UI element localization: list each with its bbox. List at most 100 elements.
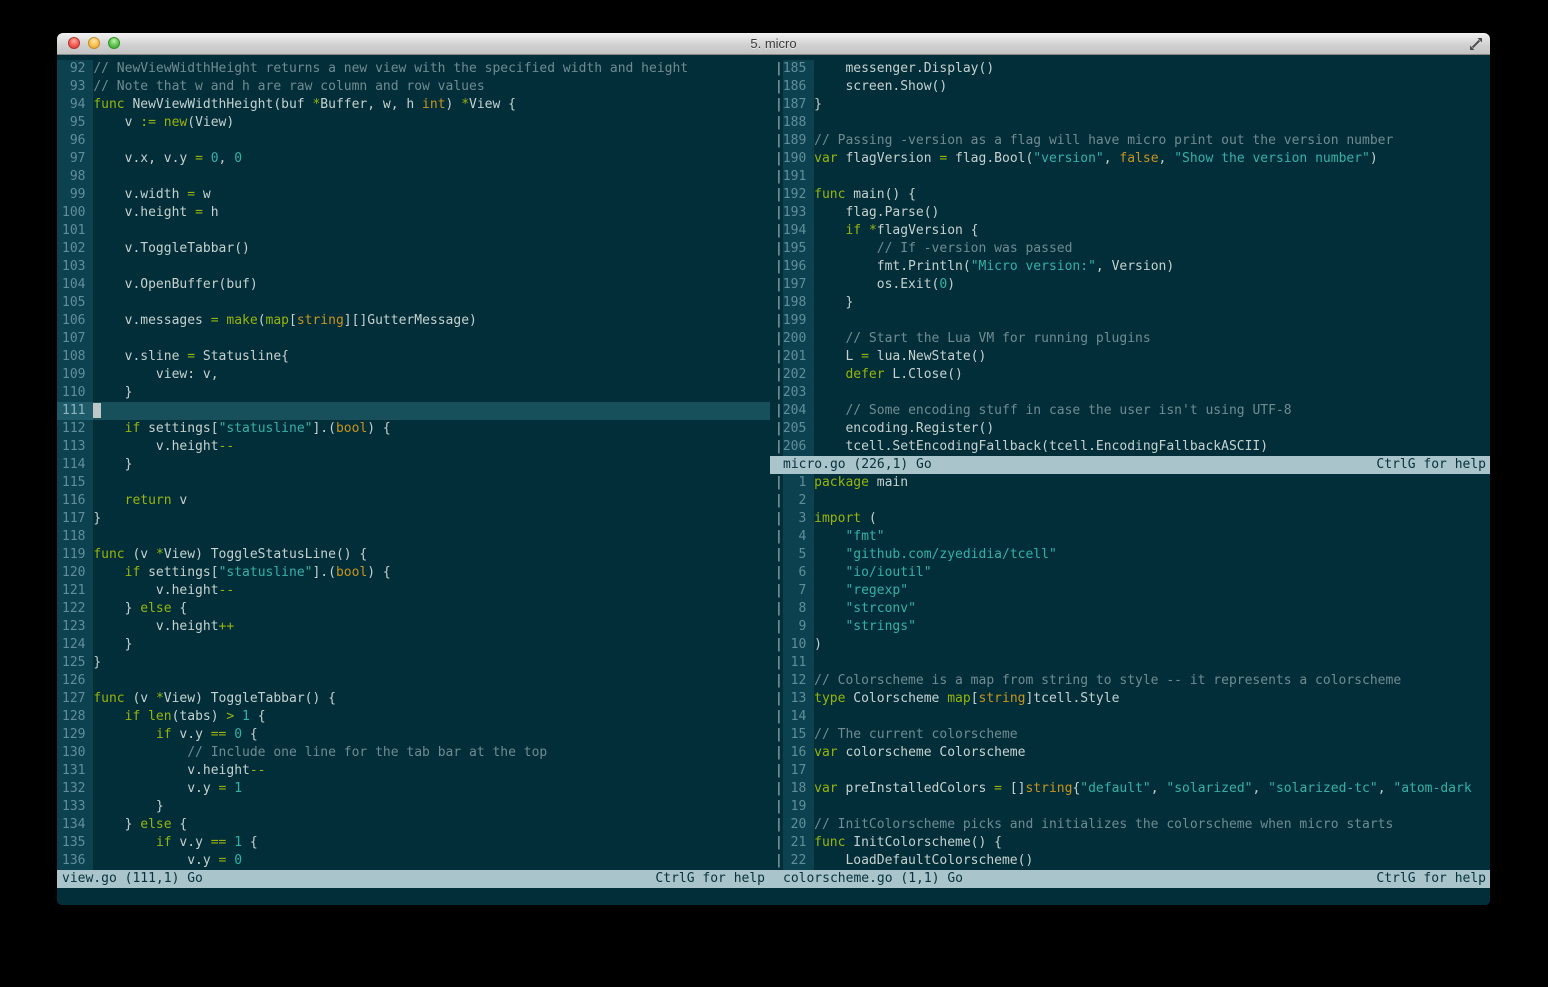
code-line[interactable]: 102 v.ToggleTabbar() <box>57 240 770 258</box>
titlebar[interactable]: 5. micro <box>57 33 1490 55</box>
code-line[interactable]: 103 <box>57 258 770 276</box>
code-line[interactable]: 96 <box>57 132 770 150</box>
code-line[interactable]: | 2 <box>775 492 1490 510</box>
code-line[interactable]: | 19 <box>775 798 1490 816</box>
code-line[interactable]: 129 if v.y == 0 { <box>57 726 770 744</box>
code-line[interactable]: 112 if settings["statusline"].(bool) { <box>57 420 770 438</box>
code-line[interactable]: | 187 } <box>775 96 1490 114</box>
code-line[interactable]: 125 } <box>57 654 770 672</box>
code-line[interactable]: 127 func (v *View) ToggleTabbar() { <box>57 690 770 708</box>
code-line[interactable]: 133 } <box>57 798 770 816</box>
code-line[interactable]: | 203 <box>775 384 1490 402</box>
code-line[interactable]: 100 v.height = h <box>57 204 770 222</box>
code-line[interactable]: | 7 "regexp" <box>775 582 1490 600</box>
code-line[interactable]: | 191 <box>775 168 1490 186</box>
code-line[interactable]: 105 <box>57 294 770 312</box>
code-line[interactable]: 116 return v <box>57 492 770 510</box>
code-line[interactable]: 94 func NewViewWidthHeight(buf *Buffer, … <box>57 96 770 114</box>
line-number: 200 <box>782 330 815 348</box>
code-line[interactable]: | 11 <box>775 654 1490 672</box>
code-line[interactable]: | 194 if *flagVersion { <box>775 222 1490 240</box>
code-line[interactable]: | 188 <box>775 114 1490 132</box>
code-line[interactable]: | 205 encoding.Register() <box>775 420 1490 438</box>
code-line[interactable]: 121 v.height-- <box>57 582 770 600</box>
code-line[interactable]: 97 v.x, v.y = 0, 0 <box>57 150 770 168</box>
code-line[interactable]: | 204 // Some encoding stuff in case the … <box>775 402 1490 420</box>
code-line[interactable]: | 14 <box>775 708 1490 726</box>
code-line[interactable]: 117 } <box>57 510 770 528</box>
code-line[interactable]: 123 v.height++ <box>57 618 770 636</box>
code-line[interactable]: | 15 // The current colorscheme <box>775 726 1490 744</box>
window-resize-icon[interactable] <box>1469 37 1483 51</box>
code-line[interactable]: | 9 "strings" <box>775 618 1490 636</box>
code-line[interactable]: | 198 } <box>775 294 1490 312</box>
code-line[interactable]: 136 v.y = 0 <box>57 852 770 870</box>
code-line[interactable]: 95 v := new(View) <box>57 114 770 132</box>
editor-pane-colorscheme-go[interactable]: | 1 package main | 2 | 3 import (| 4 "fmt… <box>770 474 1490 870</box>
code-line[interactable]: | 200 // Start the Lua VM for running plu… <box>775 330 1490 348</box>
code-line[interactable]: | 201 L = lua.NewState() <box>775 348 1490 366</box>
code-line[interactable]: 126 <box>57 672 770 690</box>
code-line[interactable]: 113 v.height-- <box>57 438 770 456</box>
code-line[interactable]: | 13 type Colorscheme map[string]tcell.S… <box>775 690 1490 708</box>
code-line[interactable]: | 1 package main <box>775 474 1490 492</box>
code-line[interactable]: | 195 // If -version was passed <box>775 240 1490 258</box>
code-line[interactable]: | 193 flag.Parse() <box>775 204 1490 222</box>
code-line[interactable]: | 8 "strconv" <box>775 600 1490 618</box>
code-line[interactable]: | 206 tcell.SetEncodingFallback(tcell.Enc… <box>775 438 1490 456</box>
code-line[interactable]: 118 <box>57 528 770 546</box>
code-line[interactable]: 131 v.height-- <box>57 762 770 780</box>
code-text: } <box>93 385 133 400</box>
code-line[interactable]: 93 // Note that w and h are raw column a… <box>57 78 770 96</box>
code-line[interactable]: 92 // NewViewWidthHeight returns a new v… <box>57 60 770 78</box>
code-line[interactable]: 109 view: v, <box>57 366 770 384</box>
code-line[interactable]: | 196 fmt.Println("Micro version:", Versi… <box>775 258 1490 276</box>
code-line[interactable]: | 5 "github.com/zyedidia/tcell" <box>775 546 1490 564</box>
code-line[interactable]: | 12 // Colorscheme is a map from string… <box>775 672 1490 690</box>
code-line[interactable]: 108 v.sline = Statusline{ <box>57 348 770 366</box>
code-line[interactable]: | 186 screen.Show() <box>775 78 1490 96</box>
editor-pane-view-go[interactable]: 92 // NewViewWidthHeight returns a new v… <box>57 55 770 870</box>
code-line[interactable]: 104 v.OpenBuffer(buf) <box>57 276 770 294</box>
code-line[interactable]: | 197 os.Exit(0) <box>775 276 1490 294</box>
line-number: 100 <box>57 204 94 222</box>
code-line[interactable]: 135 if v.y == 1 { <box>57 834 770 852</box>
code-line[interactable]: | 22 LoadDefaultColorscheme() <box>775 852 1490 870</box>
code-line[interactable]: 132 v.y = 1 <box>57 780 770 798</box>
code-line[interactable]: 128 if len(tabs) > 1 { <box>57 708 770 726</box>
code-line[interactable]: 115 <box>57 474 770 492</box>
code-line[interactable]: 106 v.messages = make(map[string][]Gutte… <box>57 312 770 330</box>
code-line[interactable]: 99 v.width = w <box>57 186 770 204</box>
code-line[interactable]: | 185 messenger.Display() <box>775 60 1490 78</box>
code-line[interactable]: | 17 <box>775 762 1490 780</box>
line-number: 123 <box>57 618 94 636</box>
code-line[interactable]: 122 } else { <box>57 600 770 618</box>
code-line[interactable]: | 202 defer L.Close() <box>775 366 1490 384</box>
code-line[interactable]: 130 // Include one line for the tab bar … <box>57 744 770 762</box>
code-line[interactable]: | 199 <box>775 312 1490 330</box>
code-line[interactable]: 114 } <box>57 456 770 474</box>
code-text: v.x, v.y = 0, 0 <box>93 151 243 166</box>
code-line[interactable]: | 16 var colorscheme Colorscheme <box>775 744 1490 762</box>
code-line[interactable]: | 18 var preInstalledColors = []string{"… <box>775 780 1490 798</box>
code-line[interactable]: | 192 func main() { <box>775 186 1490 204</box>
code-line[interactable]: 107 <box>57 330 770 348</box>
line-number: 191 <box>782 168 815 186</box>
code-line[interactable]: | 4 "fmt" <box>775 528 1490 546</box>
code-line[interactable]: 124 } <box>57 636 770 654</box>
code-line[interactable]: | 21 func InitColorscheme() { <box>775 834 1490 852</box>
code-line[interactable]: | 3 import ( <box>775 510 1490 528</box>
editor-pane-micro-go[interactable]: | 185 messenger.Display() | 186 screen.Show… <box>770 55 1490 456</box>
code-line[interactable]: | 20 // InitColorscheme picks and initia… <box>775 816 1490 834</box>
code-line[interactable]: 120 if settings["statusline"].(bool) { <box>57 564 770 582</box>
code-line[interactable]: | 10 ) <box>775 636 1490 654</box>
code-line[interactable]: 134 } else { <box>57 816 770 834</box>
code-line[interactable]: 98 <box>57 168 770 186</box>
code-line[interactable]: | 190 var flagVersion = flag.Bool("versio… <box>775 150 1490 168</box>
code-line[interactable]: 119 func (v *View) ToggleStatusLine() { <box>57 546 770 564</box>
code-line[interactable]: 110 } <box>57 384 770 402</box>
code-line[interactable]: | 6 "io/ioutil" <box>775 564 1490 582</box>
code-line[interactable]: 111 <box>57 402 770 420</box>
code-line[interactable]: | 189 // Passing -version as a flag will … <box>775 132 1490 150</box>
code-line[interactable]: 101 <box>57 222 770 240</box>
